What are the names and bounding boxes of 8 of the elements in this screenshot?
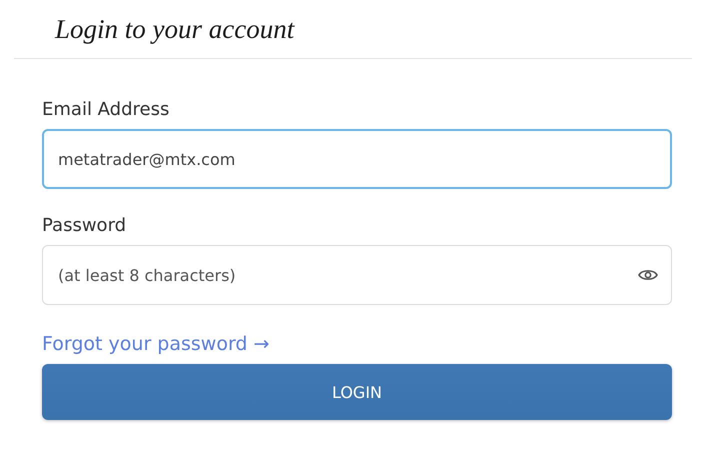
login-button[interactable]: LOGIN [42,364,672,420]
page-title: Login to your account [55,14,294,45]
email-field[interactable]: metatrader@mtx.com [42,129,672,189]
eye-icon[interactable] [638,268,658,282]
forgot-password-link[interactable]: Forgot your password → [42,333,270,355]
field-label: Email Address [42,99,170,120]
field-label: Password [42,215,126,236]
password-field[interactable]: (at least 8 characters) [42,245,672,305]
